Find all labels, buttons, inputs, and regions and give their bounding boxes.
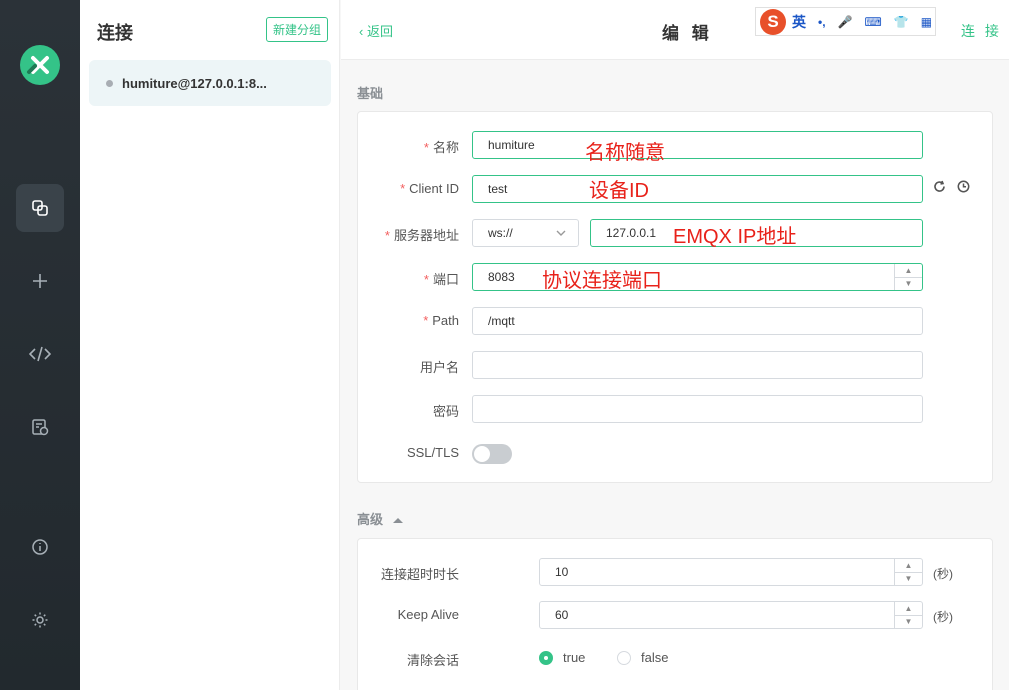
path-label: * Path — [423, 313, 459, 328]
edit-connection-main: ‹ 返回 编 辑 S 英 •, 🎤 ⌨ 👕 ▦ 连 接 基础 * 名称 humit… — [341, 0, 1009, 690]
client-id-annotation: 设备ID — [589, 180, 649, 202]
name-input[interactable]: humiture — [472, 131, 923, 159]
password-input[interactable] — [472, 395, 923, 423]
status-dot — [106, 79, 113, 87]
page-title: 编 辑 — [662, 24, 713, 43]
back-button[interactable]: ‹ 返回 — [359, 21, 393, 40]
advanced-section-label[interactable]: 高级 — [357, 509, 403, 528]
port-label: * 端口 — [423, 272, 459, 287]
client-id-label: * Client ID — [400, 181, 459, 196]
nav-script-button[interactable] — [16, 330, 64, 378]
decrease-icon: ▼ — [895, 571, 922, 586]
increase-icon: ▲ — [904, 265, 913, 275]
nav-new-connection-button[interactable] — [16, 257, 64, 305]
info-icon — [32, 539, 48, 555]
username-label: 用户名 — [419, 360, 459, 375]
keep-alive-label: Keep Alive — [397, 607, 459, 622]
code-icon — [29, 346, 51, 362]
connection-item[interactable]: humiture@127.0.0.1:8... — [89, 60, 331, 106]
username-input[interactable] — [472, 351, 923, 379]
advanced-card: 连接超时时长 10 ▲ ▼ (秒) Keep Alive 60 ▲ ▼ (秒) 清除… — [357, 538, 993, 690]
keep-alive-input[interactable]: 60 ▲ ▼ — [539, 601, 923, 629]
log-icon — [32, 419, 49, 436]
protocol-select[interactable]: ws:// — [472, 219, 579, 247]
port-annotation: 协议连接端口 — [542, 270, 662, 292]
name-label: * 名称 — [423, 140, 459, 155]
ime-mode[interactable]: 英 — [792, 12, 806, 32]
increase-icon: ▲ — [904, 603, 913, 613]
connections-title: 连接 — [97, 23, 133, 43]
radio-unchecked-icon — [617, 650, 631, 665]
password-label: 密码 — [432, 404, 459, 419]
port-stepper[interactable]: ▲ ▼ — [894, 264, 922, 290]
increase-icon: ▲ — [904, 560, 913, 570]
clean-session-label: 清除会话 — [406, 653, 459, 668]
history-icon[interactable] — [957, 180, 970, 196]
nav-settings-button[interactable] — [16, 596, 64, 644]
port-input[interactable]: 8083 ▲ ▼ — [472, 263, 923, 291]
chevron-left-icon: ‹ — [359, 24, 364, 39]
back-label: 返回 — [366, 24, 393, 39]
timeout-stepper[interactable]: ▲ ▼ — [894, 559, 922, 585]
chevron-down-icon — [556, 230, 566, 236]
clean-session-true-radio[interactable]: true — [539, 650, 585, 665]
copy-icon — [32, 200, 48, 216]
new-group-button[interactable]: 新建分组 — [266, 17, 328, 42]
keep-alive-stepper[interactable]: ▲ ▼ — [894, 602, 922, 628]
gear-icon — [32, 612, 48, 628]
path-input[interactable]: /mqtt — [472, 307, 923, 335]
radio-checked-icon — [539, 650, 553, 665]
ime-punct-icon[interactable]: •, — [818, 15, 826, 29]
nav-about-button[interactable] — [16, 523, 64, 571]
connect-timeout-label: 连接超时时长 — [380, 567, 459, 582]
ime-mic-icon[interactable]: 🎤 — [838, 15, 853, 29]
refresh-icon[interactable] — [933, 180, 946, 196]
connect-button[interactable]: 连 接 — [961, 21, 1002, 41]
connect-timeout-input[interactable]: 10 ▲ ▼ — [539, 558, 923, 586]
ime-toolbox-icon[interactable]: ▦ — [921, 15, 932, 29]
header-bar: ‹ 返回 编 辑 S 英 •, 🎤 ⌨ 👕 ▦ 连 接 — [341, 0, 1009, 60]
nav-log-button[interactable] — [16, 403, 64, 451]
caret-up-icon — [392, 518, 403, 523]
ssl-toggle[interactable] — [472, 444, 512, 464]
keep-alive-unit: (秒) — [933, 610, 953, 624]
sogou-logo-icon[interactable]: S — [760, 8, 786, 35]
nav-connections-button[interactable] — [16, 184, 64, 232]
name-annotation: 名称随意 — [585, 142, 665, 164]
connection-name: humiture@127.0.0.1:8... — [122, 75, 267, 91]
timeout-unit: (秒) — [933, 567, 953, 581]
nav-sidebar — [0, 0, 80, 690]
client-id-input[interactable]: test — [472, 175, 923, 203]
basic-card: * 名称 humiture 名称随意 * Client ID test 设备ID *… — [357, 111, 993, 483]
ime-keyboard-icon[interactable]: ⌨ — [865, 15, 882, 29]
ssl-label: SSL/TLS — [406, 445, 459, 460]
host-annotation: EMQX IP地址 — [673, 226, 797, 248]
ime-skin-icon[interactable]: 👕 — [894, 15, 909, 29]
decrease-icon: ▼ — [895, 276, 922, 291]
decrease-icon: ▼ — [895, 614, 922, 629]
mqttx-logo — [20, 45, 60, 85]
host-label: * 服务器地址 — [384, 228, 459, 243]
basic-section-label: 基础 — [357, 86, 384, 101]
plus-icon — [33, 274, 47, 288]
connections-panel: 连接 新建分组 humiture@127.0.0.1:8... — [80, 0, 340, 690]
clean-session-false-radio[interactable]: false — [617, 650, 668, 665]
ime-toolbar: S 英 •, 🎤 ⌨ 👕 ▦ — [755, 7, 936, 36]
